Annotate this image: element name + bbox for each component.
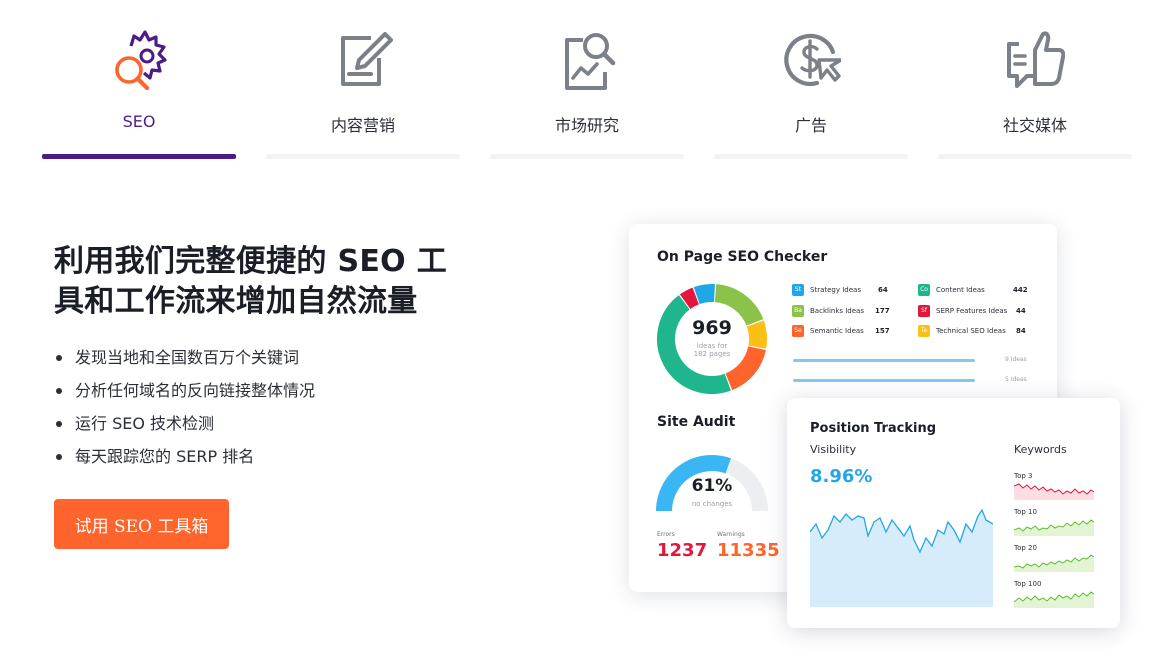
tab-market-research-label: 市场研究 <box>554 116 619 135</box>
ideas-progress-bar <box>793 359 975 362</box>
legend-label: Semantic Ideas <box>810 327 864 335</box>
legend-swatch: Te <box>918 325 930 337</box>
top20-sparkline <box>1014 554 1094 572</box>
legend-swatch: Se <box>792 325 804 337</box>
top3-sparkline <box>1014 483 1094 500</box>
donut-caption-line: ideas for <box>696 342 728 350</box>
legend-value: 157 <box>875 327 890 335</box>
keyword-series-label: Top 20 <box>1014 544 1037 552</box>
legend-label: Content Ideas <box>936 286 985 294</box>
donut-segment <box>693 284 715 305</box>
legend-swatch: Ba <box>792 305 804 317</box>
ad-dollar-cursor-icon <box>784 33 841 87</box>
legend-value: 177 <box>875 307 890 315</box>
edit-document-icon <box>341 32 393 86</box>
legend-swatch: Co <box>918 284 930 296</box>
legend-value: 64 <box>878 286 888 294</box>
warnings-value: 11335 <box>717 540 780 561</box>
tab-seo[interactable]: SEO <box>42 0 236 162</box>
visibility-area-chart <box>810 508 993 607</box>
visibility-label: Visibility <box>810 443 857 456</box>
keyword-series-label: Top 3 <box>1014 472 1033 480</box>
position-tracking-title: Position Tracking <box>810 421 937 436</box>
market-research-icon <box>565 33 616 90</box>
tab-advertising[interactable]: 广告 <box>714 0 908 162</box>
tab-inactive-indicator <box>490 154 684 159</box>
site-audit-caption: no changes <box>691 500 733 508</box>
donut-caption: ideas for 182 pages <box>656 342 768 358</box>
keyword-series-label: Top 100 <box>1014 580 1042 588</box>
legend-label: Backlinks Ideas <box>810 307 864 315</box>
legend-value: 442 <box>1013 286 1028 294</box>
warnings-label: Warnings <box>717 531 745 538</box>
tab-content-marketing-label: 内容营销 <box>330 116 395 135</box>
social-thumbs-up-icon <box>1007 31 1065 88</box>
legend-item: Te Technical SEO Ideas 84 <box>918 325 1026 337</box>
legend-item: Sf SERP Features Ideas 44 <box>918 305 1026 317</box>
top100-sparkline <box>1014 591 1094 608</box>
tab-advertising-label: 广告 <box>794 116 827 135</box>
progress-label: 9 Ideas <box>1005 356 1027 363</box>
legend-label: Technical SEO Ideas <box>936 327 1006 335</box>
legend-item: Se Semantic Ideas 157 <box>792 325 890 337</box>
site-audit-title: Site Audit <box>657 414 736 430</box>
keywords-label: Keywords <box>1014 443 1067 456</box>
legend-value: 44 <box>1016 307 1026 315</box>
tab-seo-label: SEO <box>122 112 156 131</box>
feature-item: 分析任何域名的反向链接整体情况 <box>54 378 315 411</box>
visibility-value: 8.96% <box>810 466 873 487</box>
legend-swatch: St <box>792 284 804 296</box>
donut-caption-line: 182 pages <box>693 350 731 358</box>
donut-segment <box>679 287 700 310</box>
position-tracking-card: Position Tracking Visibility 8.96% Keywo… <box>787 398 1120 628</box>
tab-active-indicator <box>42 154 236 159</box>
tab-inactive-indicator <box>266 154 460 159</box>
legend-value: 84 <box>1016 327 1026 335</box>
keyword-series-label: Top 10 <box>1014 508 1037 516</box>
feature-item: 运行 SEO 技术检测 <box>54 411 315 444</box>
legend-item: St Strategy Ideas 64 <box>792 284 888 296</box>
site-audit-percent: 61% <box>691 476 733 496</box>
product-tabs: SEO 内容营销 市场研究 广告 社交媒体 <box>42 0 1132 162</box>
ideas-progress-bar <box>793 379 975 382</box>
ideas-donut-chart <box>657 284 767 394</box>
tab-content-marketing[interactable]: 内容营销 <box>266 0 460 162</box>
on-page-seo-checker-title: On Page SEO Checker <box>657 249 828 265</box>
errors-label: Errors <box>657 531 675 538</box>
donut-total: 969 <box>692 317 732 339</box>
progress-label: 5 Ideas <box>1005 376 1027 383</box>
seo-magnifier-gear-icon <box>115 30 167 91</box>
tab-social-media-label: 社交媒体 <box>1002 116 1067 135</box>
tab-inactive-indicator <box>714 154 908 159</box>
feature-item: 发现当地和全国数百万个关键词 <box>54 345 315 378</box>
feature-item: 每天跟踪您的 SERP 排名 <box>54 444 315 477</box>
page-headline: 利用我们完整便捷的 SEO 工具和工作流来增加自然流量 <box>54 244 447 319</box>
tab-market-research[interactable]: 市场研究 <box>490 0 684 162</box>
top10-sparkline <box>1014 519 1094 536</box>
legend-label: Strategy Ideas <box>810 286 861 294</box>
legend-label: SERP Features Ideas <box>936 307 1008 315</box>
feature-list: 发现当地和全国数百万个关键词 分析任何域名的反向链接整体情况 运行 SEO 技术… <box>54 345 315 477</box>
tab-inactive-indicator <box>938 154 1132 159</box>
legend-swatch: Sf <box>918 305 930 317</box>
errors-value: 1237 <box>657 540 708 561</box>
tab-social-media[interactable]: 社交媒体 <box>938 0 1132 162</box>
legend-item: Ba Backlinks Ideas 177 <box>792 305 890 317</box>
try-seo-toolkit-button[interactable]: 试用 SEO 工具箱 <box>54 499 229 549</box>
legend-item: Co Content Ideas 442 <box>918 284 1028 296</box>
